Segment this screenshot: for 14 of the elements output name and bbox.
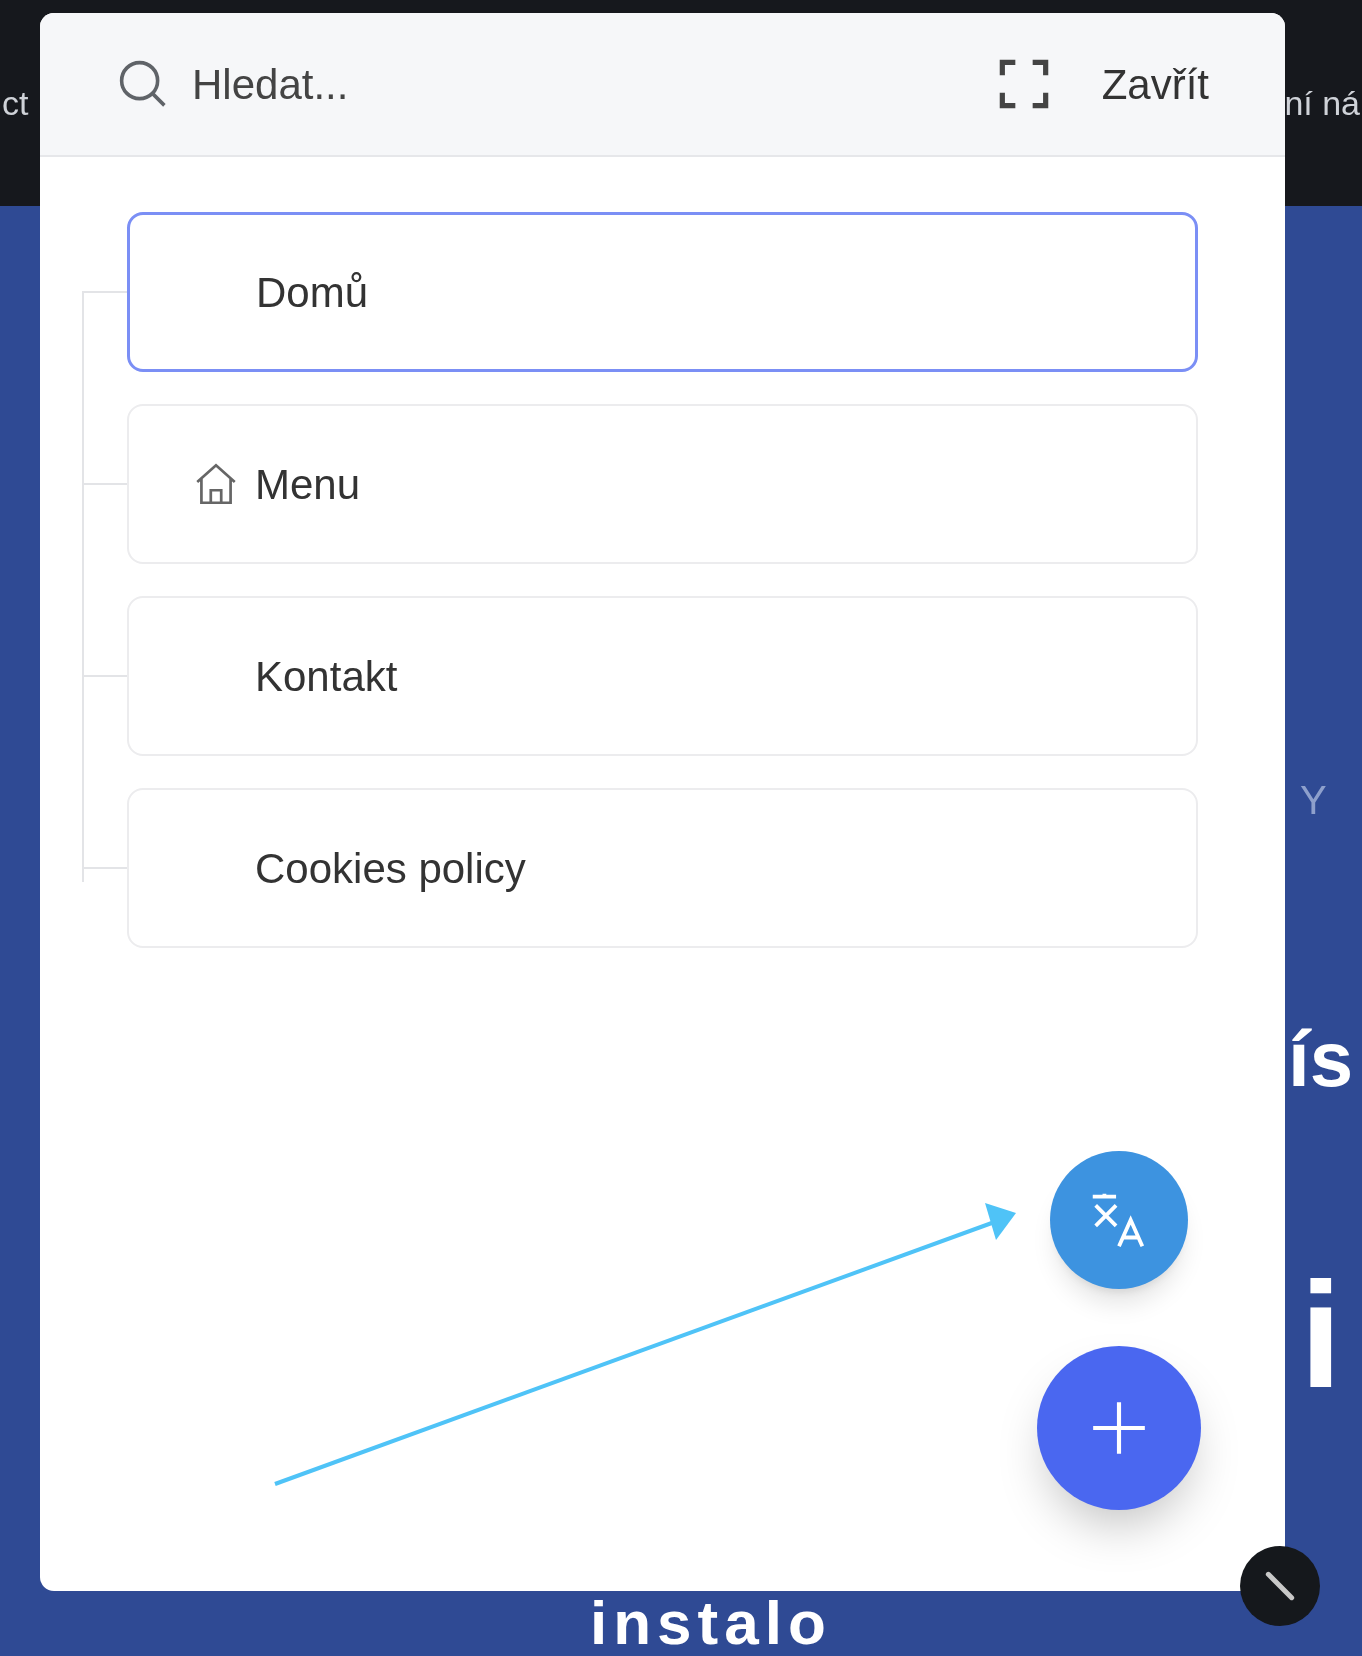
menu-item[interactable]: Domů bbox=[127, 212, 1198, 372]
menu-item[interactable]: Kontakt bbox=[127, 596, 1198, 756]
fullscreen-icon[interactable] bbox=[997, 58, 1050, 110]
heading-letter: Y bbox=[1300, 777, 1327, 824]
nav-text: ní ná bbox=[1284, 82, 1360, 124]
headline-text: instalo bbox=[590, 1592, 832, 1654]
search-field[interactable]: Hledat... bbox=[192, 52, 998, 116]
close-button[interactable]: Zavřít bbox=[1101, 52, 1209, 116]
headline-text: i bbox=[1300, 1260, 1342, 1410]
menu-item[interactable]: Menu bbox=[127, 404, 1198, 564]
nav-text: ct bbox=[2, 82, 29, 124]
menu-item[interactable]: Cookies policy bbox=[127, 788, 1198, 948]
search-bar[interactable]: Hledat... Zavřít bbox=[40, 13, 1285, 157]
headline-text: ís bbox=[1288, 1020, 1354, 1098]
